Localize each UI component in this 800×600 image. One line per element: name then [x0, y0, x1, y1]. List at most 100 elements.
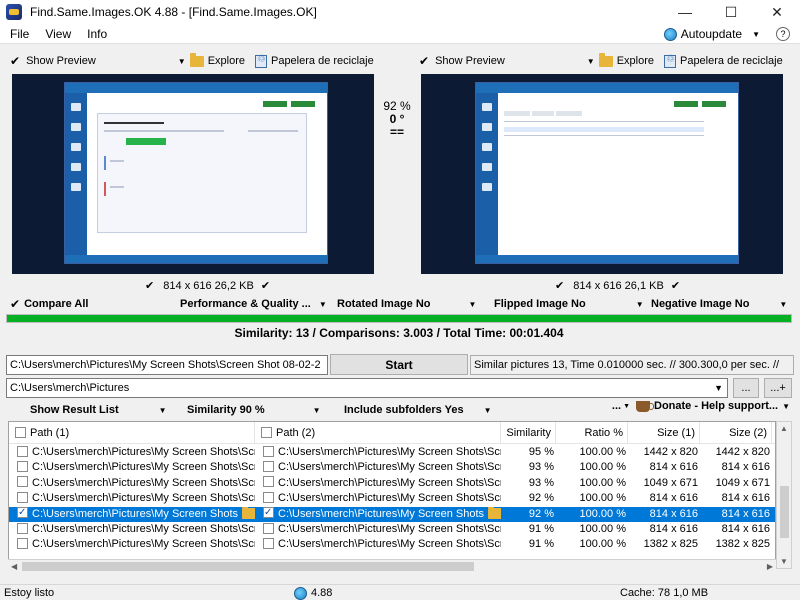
right-recycle-button[interactable]: Papelera de reciclaje: [680, 55, 783, 67]
col-size1[interactable]: Size (1): [628, 422, 700, 444]
donate-label: Donate - Help support...: [654, 400, 779, 412]
cell-text: 100.00 %: [579, 523, 626, 535]
left-explore-button[interactable]: Explore: [208, 55, 245, 67]
col-ratio[interactable]: Ratio %: [556, 422, 628, 444]
table-row[interactable]: C:\Users\merch\Pictures\My Screen Shots\…: [9, 522, 775, 538]
minimize-button[interactable]: —: [662, 0, 708, 24]
add-folder-button[interactable]: ...+: [764, 378, 792, 398]
select-all-checkbox[interactable]: [15, 426, 26, 438]
browse-folder-button[interactable]: ...: [733, 378, 759, 398]
cell-text: 814 x 616: [649, 507, 698, 520]
row-checkbox[interactable]: [263, 537, 274, 549]
table-cell: 93 %: [501, 460, 556, 475]
compare-all-option[interactable]: ✔ Compare All: [10, 297, 88, 311]
chevron-down-icon: ▼: [752, 29, 760, 39]
cell-text: C:\Users\merch\Pictures\My Screen Shots\…: [278, 523, 501, 535]
recycle-bin-icon: [663, 54, 676, 68]
table-cell: 814 x 616: [700, 507, 772, 522]
checkmark-icon: ✔: [10, 297, 21, 311]
autoupdate-menu[interactable]: Autoupdate ▼: [663, 24, 760, 44]
table-row[interactable]: C:\Users\merch\Pictures\My Screen Shots C…: [9, 506, 775, 523]
cell-text: C:\Users\merch\Pictures\My Screen Shots\…: [278, 492, 501, 505]
scroll-thumb[interactable]: [22, 562, 474, 571]
left-preview-toolbar: ✔ Show Preview ▼ Explore Papelera de rec…: [10, 52, 376, 70]
flipped-dropdown[interactable]: Flipped Image No ▼: [494, 298, 644, 310]
folder-icon[interactable]: [488, 506, 501, 520]
table-cell: 100.00 %: [556, 445, 628, 460]
row-checkbox[interactable]: [17, 507, 28, 520]
donate-dropdown[interactable]: ... ▼ Donate - Help support... ▼: [612, 400, 790, 412]
cell-text: 814 x 616: [721, 507, 770, 520]
chevron-down-icon[interactable]: ▼: [714, 379, 723, 397]
table-cell: 814 x 616: [628, 522, 700, 537]
maximize-button[interactable]: ☐: [708, 0, 754, 24]
cell-text: 91 %: [528, 523, 554, 535]
row-checkbox[interactable]: [17, 476, 28, 488]
row-checkbox[interactable]: [263, 445, 274, 457]
performance-dropdown[interactable]: Performance & Quality ... ▼: [180, 298, 327, 310]
cell-text: 814 x 616: [721, 461, 770, 474]
row-checkbox[interactable]: [17, 522, 28, 534]
table-row[interactable]: C:\Users\merch\Pictures\My Screen Shots\…: [9, 476, 775, 492]
cell-text: 1382 x 825: [715, 538, 770, 551]
folder-icon: [189, 52, 204, 67]
scroll-right-icon[interactable]: ▶: [767, 562, 773, 571]
menu-file[interactable]: File: [0, 27, 35, 41]
col-path2[interactable]: Path (2): [255, 422, 501, 444]
left-recycle-button[interactable]: Papelera de reciclaje: [271, 55, 374, 67]
right-preview-image[interactable]: [421, 74, 783, 274]
table-cell: 814 x 616: [700, 460, 772, 475]
select-all-checkbox[interactable]: [261, 426, 272, 438]
checkmark-icon: ✔: [555, 280, 565, 292]
subfolders-dropdown[interactable]: Include subfolders Yes ▼: [344, 402, 492, 418]
table-row[interactable]: C:\Users\merch\Pictures\My Screen Shots\…: [9, 491, 775, 507]
compare-all-label: Compare All: [24, 298, 89, 310]
similarity-dropdown[interactable]: Similarity 90 % ▼: [187, 402, 321, 418]
help-icon[interactable]: ?: [776, 27, 790, 41]
cell-text: C:\Users\merch\Pictures\My Screen Shots\…: [32, 492, 255, 505]
right-dims-text: 814 x 616 26,1 KB: [573, 280, 664, 292]
scroll-down-icon[interactable]: ▼: [780, 557, 788, 566]
chevron-down-icon[interactable]: ▼: [587, 57, 595, 66]
row-checkbox[interactable]: [17, 537, 28, 549]
scroll-left-icon[interactable]: ◀: [11, 562, 17, 571]
left-preview-image[interactable]: [12, 74, 374, 274]
more-options[interactable]: ...: [612, 400, 621, 412]
row-checkbox[interactable]: [263, 507, 274, 520]
right-explore-button[interactable]: Explore: [617, 55, 654, 67]
table-row[interactable]: C:\Users\merch\Pictures\My Screen Shots\…: [9, 460, 775, 476]
start-button[interactable]: Start: [330, 354, 468, 375]
table-row[interactable]: C:\Users\merch\Pictures\My Screen Shots\…: [9, 537, 775, 553]
col-path1[interactable]: Path (1): [9, 422, 255, 444]
scroll-up-icon[interactable]: ▲: [780, 424, 788, 433]
vertical-scrollbar[interactable]: ▲ ▼: [776, 421, 792, 569]
close-button[interactable]: ✕: [754, 0, 800, 24]
row-checkbox[interactable]: [263, 476, 274, 488]
folder-combobox[interactable]: C:\Users\merch\Pictures ▼: [6, 378, 728, 398]
chevron-down-icon[interactable]: ▼: [178, 57, 186, 66]
left-show-preview[interactable]: Show Preview: [26, 55, 96, 67]
right-show-preview[interactable]: Show Preview: [435, 55, 505, 67]
cell-text: 1049 x 671: [643, 476, 698, 489]
row-checkbox[interactable]: [17, 460, 28, 472]
recycle-bin-icon: [254, 54, 267, 68]
menu-info[interactable]: Info: [77, 27, 113, 41]
folder-icon[interactable]: [242, 506, 255, 520]
row-checkbox[interactable]: [263, 460, 274, 472]
row-checkbox[interactable]: [17, 445, 28, 457]
equality-indicator: ==: [389, 125, 404, 139]
negative-dropdown[interactable]: Negative Image No ▼: [651, 298, 787, 310]
row-checkbox[interactable]: [17, 491, 28, 503]
rotated-dropdown[interactable]: Rotated Image No ▼: [337, 298, 476, 310]
show-result-list-dropdown[interactable]: Show Result List ▼: [30, 402, 167, 418]
col-similarity[interactable]: Similarity: [501, 422, 556, 444]
col-size2[interactable]: Size (2): [700, 422, 772, 444]
menu-view[interactable]: View: [35, 27, 77, 41]
horizontal-scrollbar[interactable]: ◀ ▶: [8, 559, 776, 573]
cell-text: 1382 x 825: [643, 538, 698, 551]
table-cell: C:\Users\merch\Pictures\My Screen Shots: [255, 506, 501, 522]
table-row[interactable]: C:\Users\merch\Pictures\My Screen Shots\…: [9, 445, 775, 461]
row-checkbox[interactable]: [263, 522, 274, 534]
scroll-thumb[interactable]: [780, 486, 789, 538]
row-checkbox[interactable]: [263, 491, 274, 503]
